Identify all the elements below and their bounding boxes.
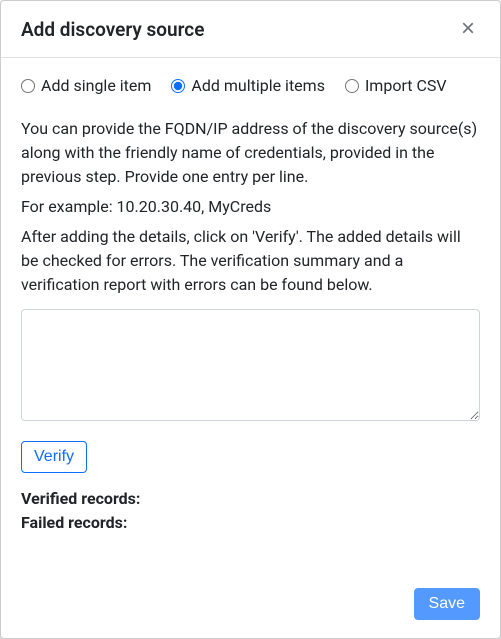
radio-import-csv[interactable]: Import CSV bbox=[345, 76, 447, 95]
modal-title: Add discovery source bbox=[21, 18, 204, 41]
close-button[interactable]: × bbox=[456, 17, 480, 41]
radio-add-single-item-input[interactable] bbox=[21, 79, 35, 93]
close-icon: × bbox=[461, 17, 475, 41]
radio-add-multiple-items[interactable]: Add multiple items bbox=[171, 76, 325, 95]
verification-status: Verified records: Failed records: bbox=[21, 487, 480, 535]
radio-import-csv-input[interactable] bbox=[345, 79, 359, 93]
radio-add-multiple-items-input[interactable] bbox=[171, 79, 185, 93]
mode-radio-group: Add single item Add multiple items Impor… bbox=[21, 76, 480, 95]
modal-footer: Save bbox=[1, 576, 500, 638]
modal-body: Add single item Add multiple items Impor… bbox=[1, 58, 500, 576]
modal-header: Add discovery source × bbox=[1, 1, 500, 58]
description-verify: After adding the details, click on 'Veri… bbox=[21, 225, 480, 297]
description-usage: You can provide the FQDN/IP address of t… bbox=[21, 117, 480, 189]
radio-label: Import CSV bbox=[365, 76, 447, 95]
radio-label: Add multiple items bbox=[191, 76, 325, 95]
description-example: For example: 10.20.30.40, MyCreds bbox=[21, 195, 480, 219]
verified-records-label: Verified records: bbox=[21, 487, 480, 511]
failed-records-label: Failed records: bbox=[21, 511, 480, 535]
add-discovery-source-modal: Add discovery source × Add single item A… bbox=[0, 0, 501, 639]
entries-textarea[interactable] bbox=[21, 309, 480, 421]
radio-label: Add single item bbox=[41, 76, 151, 95]
save-button[interactable]: Save bbox=[414, 588, 480, 620]
radio-add-single-item[interactable]: Add single item bbox=[21, 76, 151, 95]
verify-button[interactable]: Verify bbox=[21, 441, 87, 473]
